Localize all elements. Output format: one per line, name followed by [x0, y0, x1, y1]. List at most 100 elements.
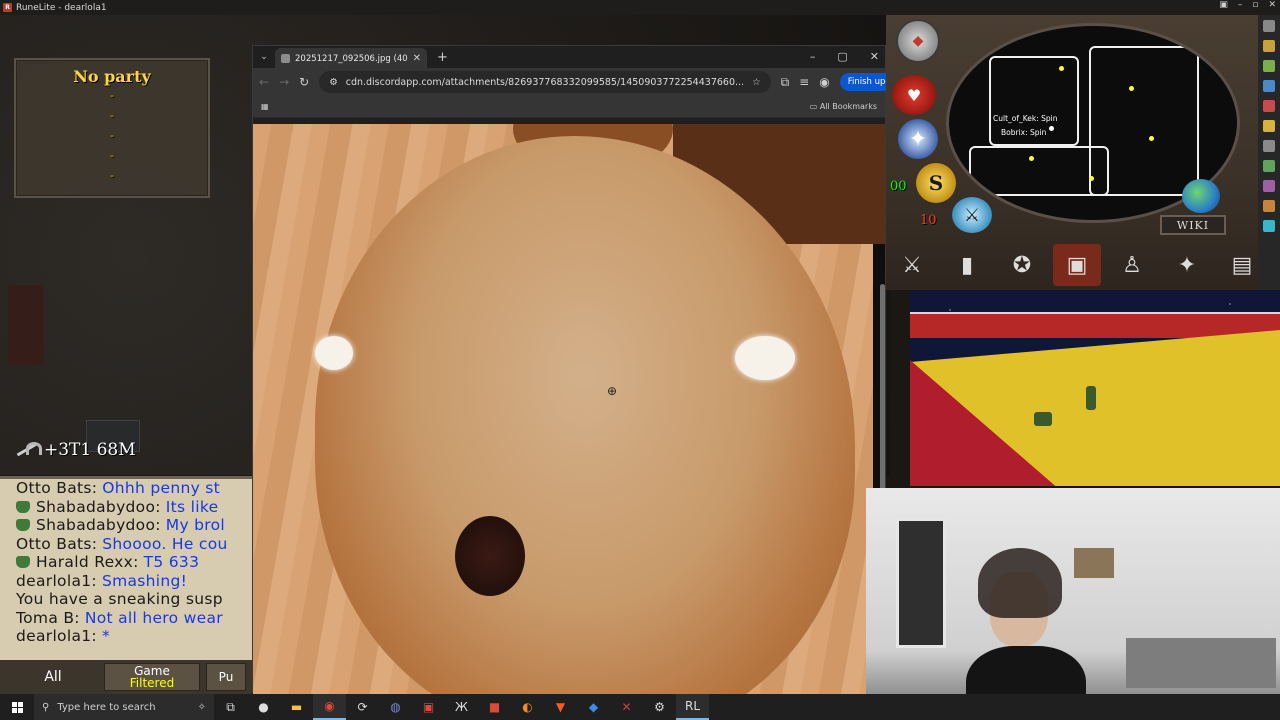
equipment-tab-icon[interactable]: ♙	[1108, 244, 1156, 286]
scene-pillar	[8, 285, 44, 365]
wiki-button[interactable]: WIKI	[1160, 215, 1226, 235]
back-arrow-icon[interactable]: ←	[259, 75, 269, 89]
chat-tab-all[interactable]: All	[8, 663, 98, 691]
sidebar-plugin-icon[interactable]	[1263, 200, 1275, 212]
chat-message: Its like	[165, 497, 219, 516]
arena-camera-view[interactable]	[910, 290, 1280, 486]
app-maximize-button[interactable]: ▫	[1252, 0, 1258, 10]
address-bar[interactable]: ⚙ cdn.discordapp.com/attachments/8269377…	[319, 71, 771, 93]
browser-window-controls: – ▢ ✕	[810, 50, 879, 63]
profile-avatar-icon[interactable]: ◉	[819, 75, 829, 89]
arena-wall	[910, 312, 1280, 338]
runelite-app-icon[interactable]: RL	[676, 694, 709, 720]
prayer-tab-icon[interactable]: ✦	[1163, 244, 1211, 286]
sync-app-icon[interactable]: ⟳	[346, 694, 379, 720]
stats-tab-icon[interactable]: ▮	[943, 244, 991, 286]
taskbar-search[interactable]: ⚲ Type here to search ✧	[34, 694, 214, 720]
brave-app-icon[interactable]: ▼	[544, 694, 577, 720]
quests-tab-icon[interactable]: ✪	[998, 244, 1046, 286]
discord-app-icon[interactable]: ◍	[379, 694, 412, 720]
record-app-icon[interactable]: ▣	[412, 694, 445, 720]
party-slot: -	[110, 149, 114, 162]
vscode-app-icon[interactable]: ◆	[577, 694, 610, 720]
chat-sender: Shabadabydoo:	[36, 497, 161, 516]
apps-grid-icon[interactable]: ▦	[261, 102, 269, 111]
media-controls-icon[interactable]: ≡	[799, 75, 809, 89]
chat-message: Shoooo. He cou	[102, 534, 228, 553]
viewer-scrollbar[interactable]	[880, 284, 885, 494]
task-view-icon[interactable]: ⧉	[214, 694, 247, 720]
browser-minimize-button[interactable]: –	[810, 50, 816, 63]
sidebar-plugin-icon[interactable]	[1263, 80, 1275, 92]
reload-icon[interactable]: ↻	[299, 75, 309, 89]
red-app-icon[interactable]: ■	[478, 694, 511, 720]
bookmark-star-icon[interactable]: ☆	[752, 77, 761, 88]
chat-tab-public[interactable]: Pu	[206, 663, 246, 691]
arena-creature-figure[interactable]	[1034, 412, 1052, 426]
address-url[interactable]: cdn.discordapp.com/attachments/826937768…	[346, 77, 744, 88]
sidebar-plugin-icon[interactable]	[1263, 140, 1275, 152]
prayer-orb[interactable]: ✦	[898, 119, 938, 159]
inventory-tab-icon[interactable]: ▣	[1053, 244, 1101, 286]
sidebar-plugin-icon[interactable]	[1263, 180, 1275, 192]
file-explorer-icon[interactable]: ▬	[280, 694, 313, 720]
app-close-button[interactable]: ✕	[1268, 0, 1276, 10]
special-attack-value: 10	[920, 213, 937, 228]
new-tab-button[interactable]: +	[437, 50, 448, 65]
tab-close-icon[interactable]: ✕	[413, 53, 421, 64]
chrome-app-icon[interactable]: ◉	[313, 694, 346, 720]
sidebar-plugin-icon[interactable]	[1263, 120, 1275, 132]
steam-app-icon[interactable]: ⚙	[643, 694, 676, 720]
chat-sender: dearlola1:	[16, 571, 97, 590]
game-app-icon[interactable]: ✕	[610, 694, 643, 720]
minimap-npc-dot	[1129, 86, 1134, 91]
obs-app-icon[interactable]: ●	[247, 694, 280, 720]
chat-sender: Toma B:	[16, 608, 80, 627]
arena-player-figure[interactable]	[1086, 386, 1096, 410]
image-viewer[interactable]: ⊕	[253, 124, 885, 694]
compass-icon[interactable]: ◆	[896, 19, 940, 63]
sidebar-plugin-icon[interactable]	[1263, 100, 1275, 112]
hitpoints-orb[interactable]: ♥	[892, 75, 936, 115]
extensions-icon[interactable]: ⧉	[781, 75, 790, 90]
site-info-icon[interactable]: ⚙	[329, 77, 338, 88]
sidebar-plugin-icon[interactable]	[1263, 160, 1275, 172]
game-hud: Cult_of_Kek: Spin Bobrix: Spin ◆ ♥ ✦ 00 …	[886, 15, 1280, 290]
special-attack-orb[interactable]: ⚔	[952, 197, 992, 233]
chat-tab-all-label: All	[44, 669, 62, 685]
tab-list-chevron-icon[interactable]: ⌄	[253, 52, 275, 62]
chatbox[interactable]: Otto Bats: Ohhh penny st Shabadabydoo: Its…	[0, 476, 252, 660]
chat-message: Smashing!	[101, 571, 188, 590]
webcam-couch	[1126, 638, 1276, 688]
search-icon: ⚲	[42, 701, 50, 713]
chat-tab-public-label: Pu	[218, 670, 234, 684]
chat-input-line[interactable]: dearlola1: *	[0, 627, 252, 646]
sidebar-plugin-icon[interactable]	[1263, 40, 1275, 52]
app-window-controls: ▣ – ▫ ✕	[1219, 0, 1276, 10]
forward-arrow-icon[interactable]: →	[279, 75, 289, 89]
side-tabs: ⚔ ▮ ✪ ▣ ♙ ✦ ▤	[886, 243, 1280, 287]
clan-rank-icon	[16, 519, 30, 532]
start-button[interactable]	[0, 701, 34, 713]
browser-tab[interactable]: 20251217_092506.jpg (4000×3000) ✕	[275, 47, 427, 70]
runelite-x-icon[interactable]: Ж	[445, 694, 478, 720]
all-bookmarks-folder[interactable]: ▭ All Bookmarks	[810, 102, 877, 111]
world-map-icon[interactable]	[1182, 179, 1220, 213]
clan-rank-icon	[16, 500, 30, 513]
run-energy-orb[interactable]: S	[916, 163, 956, 203]
discord-icon[interactable]: ▣	[1219, 0, 1228, 10]
chat-tab-game[interactable]: Game Filtered	[104, 663, 200, 691]
combat-tab-icon[interactable]: ⚔	[888, 244, 936, 286]
chat-message: My brol	[165, 516, 226, 534]
app-minimize-button[interactable]: –	[1238, 0, 1243, 10]
browser-close-button[interactable]: ✕	[870, 50, 879, 63]
sidebar-plugin-icon[interactable]	[1263, 60, 1275, 72]
sidebar-plugin-icon[interactable]	[1263, 20, 1275, 32]
chat-line: Shabadabydoo: Its like	[0, 498, 252, 517]
minimap-player-label: Cult_of_Kek: Spin	[993, 114, 1058, 123]
party-slot: -	[110, 109, 114, 122]
chat-input[interactable]: *	[102, 627, 110, 646]
browser-maximize-button[interactable]: ▢	[837, 50, 847, 63]
sidebar-plugin-icon[interactable]	[1263, 220, 1275, 232]
blender-app-icon[interactable]: ◐	[511, 694, 544, 720]
